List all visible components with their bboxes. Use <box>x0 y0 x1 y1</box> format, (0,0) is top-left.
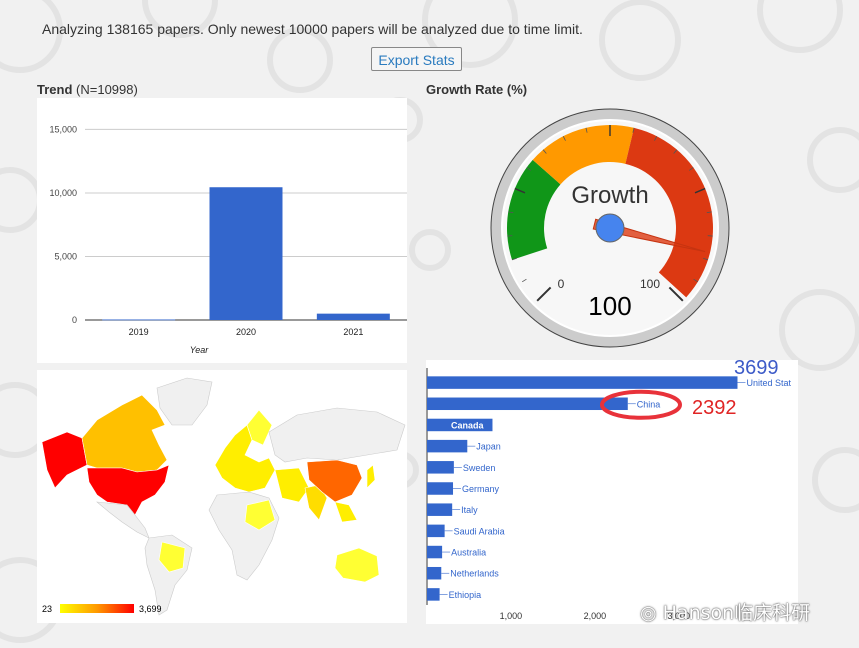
growth-title-label: Growth Rate (%) <box>426 82 528 97</box>
map-greenland <box>156 377 213 426</box>
trend-title: Trend (N=10998) <box>37 82 138 97</box>
trend-chart: 0 5,000 10,000 15,000 2019 2020 2021 Year <box>49 124 407 355</box>
countries-bar-label: Australia <box>451 548 486 558</box>
trend-xaxis-title: Year <box>190 345 210 355</box>
countries-bar-label: Saudi Arabia <box>454 526 505 536</box>
countries-bar[interactable] <box>427 461 454 474</box>
countries-bar-label: United Stat <box>746 378 791 388</box>
world-map: 23 3,699 <box>41 377 406 616</box>
countries-chart-panel: United Stat China Canada Japan Sweden Germany… <box>426 357 798 624</box>
countries-chart: United Stat China Canada Japan Sweden Germany… <box>426 357 792 621</box>
map-canada <box>81 394 168 473</box>
map-legend-min: 23 <box>42 604 52 614</box>
trend-ytick-label: 15,000 <box>49 124 77 134</box>
trend-ytick-label: 0 <box>72 315 77 325</box>
countries-bar[interactable] <box>427 439 468 453</box>
annotation-us-value: 3699 <box>734 360 779 379</box>
trend-xtick-label: 2020 <box>236 327 256 337</box>
watermark-text: Hanson临床科研 <box>662 602 811 624</box>
countries-xtick-label: 2,000 <box>584 611 607 621</box>
countries-bar-label: Japan <box>476 442 501 452</box>
countries-bar-label: Germany <box>462 484 500 494</box>
countries-bar[interactable] <box>427 482 454 495</box>
countries-bar-label: Netherlands <box>450 569 499 579</box>
map-southeast-asia <box>334 501 358 523</box>
trend-bar[interactable] <box>102 319 176 321</box>
countries-xtick-label: 1,000 <box>500 611 523 621</box>
trend-bar[interactable] <box>209 187 283 320</box>
trend-xtick-label: 2021 <box>343 327 363 337</box>
trend-title-label: Trend <box>37 82 73 97</box>
wechat-icon: ◎ <box>640 602 657 624</box>
growth-title: Growth Rate (%) <box>426 82 527 97</box>
map-mexico <box>96 501 150 539</box>
map-alaska <box>41 431 88 489</box>
growth-gauge: Growth 0 100 100 <box>490 108 730 348</box>
countries-bar-label: Ethiopia <box>449 590 482 600</box>
countries-bar[interactable] <box>427 376 738 389</box>
world-map-panel: 23 3,699 <box>37 370 407 623</box>
countries-bar[interactable] <box>427 588 440 601</box>
trend-xtick-label: 2019 <box>129 327 149 337</box>
countries-bar-label: Sweden <box>463 463 496 473</box>
watermark: ◎ Hanson临床科研 <box>640 598 810 625</box>
countries-bar-label: China <box>637 399 661 409</box>
map-middle-east <box>274 467 310 503</box>
gauge-hub <box>595 213 625 243</box>
countries-bar-label: Canada <box>451 420 485 430</box>
growth-gauge-panel: Growth 0 100 100 <box>486 104 732 350</box>
gauge-value: 100 <box>588 291 631 321</box>
trend-chart-panel: 0 5,000 10,000 15,000 2019 2020 2021 Year <box>37 98 407 363</box>
annotation-china-value: 2392 <box>692 397 737 419</box>
gauge-label: Growth <box>571 182 648 209</box>
map-australia <box>334 547 380 583</box>
map-legend-max: 3,699 <box>139 604 162 614</box>
trend-ytick-label: 10,000 <box>49 188 77 198</box>
map-legend-bar <box>60 604 134 613</box>
countries-bar[interactable] <box>427 524 445 538</box>
map-japan <box>366 464 376 489</box>
countries-bar[interactable] <box>427 545 443 559</box>
map-russia <box>268 407 406 463</box>
countries-bar[interactable] <box>427 503 453 516</box>
countries-bar[interactable] <box>427 397 628 411</box>
gauge-min-label: 0 <box>558 277 565 291</box>
countries-bar-label: Italy <box>461 505 478 515</box>
trend-ytick-label: 5,000 <box>54 251 77 261</box>
status-message: Analyzing 138165 papers. Only newest 100… <box>42 21 583 37</box>
trend-bar[interactable] <box>316 313 390 320</box>
gauge-max-label: 100 <box>640 277 660 291</box>
countries-bar[interactable] <box>427 566 442 580</box>
trend-count-label: (N=10998) <box>76 82 138 97</box>
export-stats-button[interactable]: Export Stats <box>371 47 462 71</box>
